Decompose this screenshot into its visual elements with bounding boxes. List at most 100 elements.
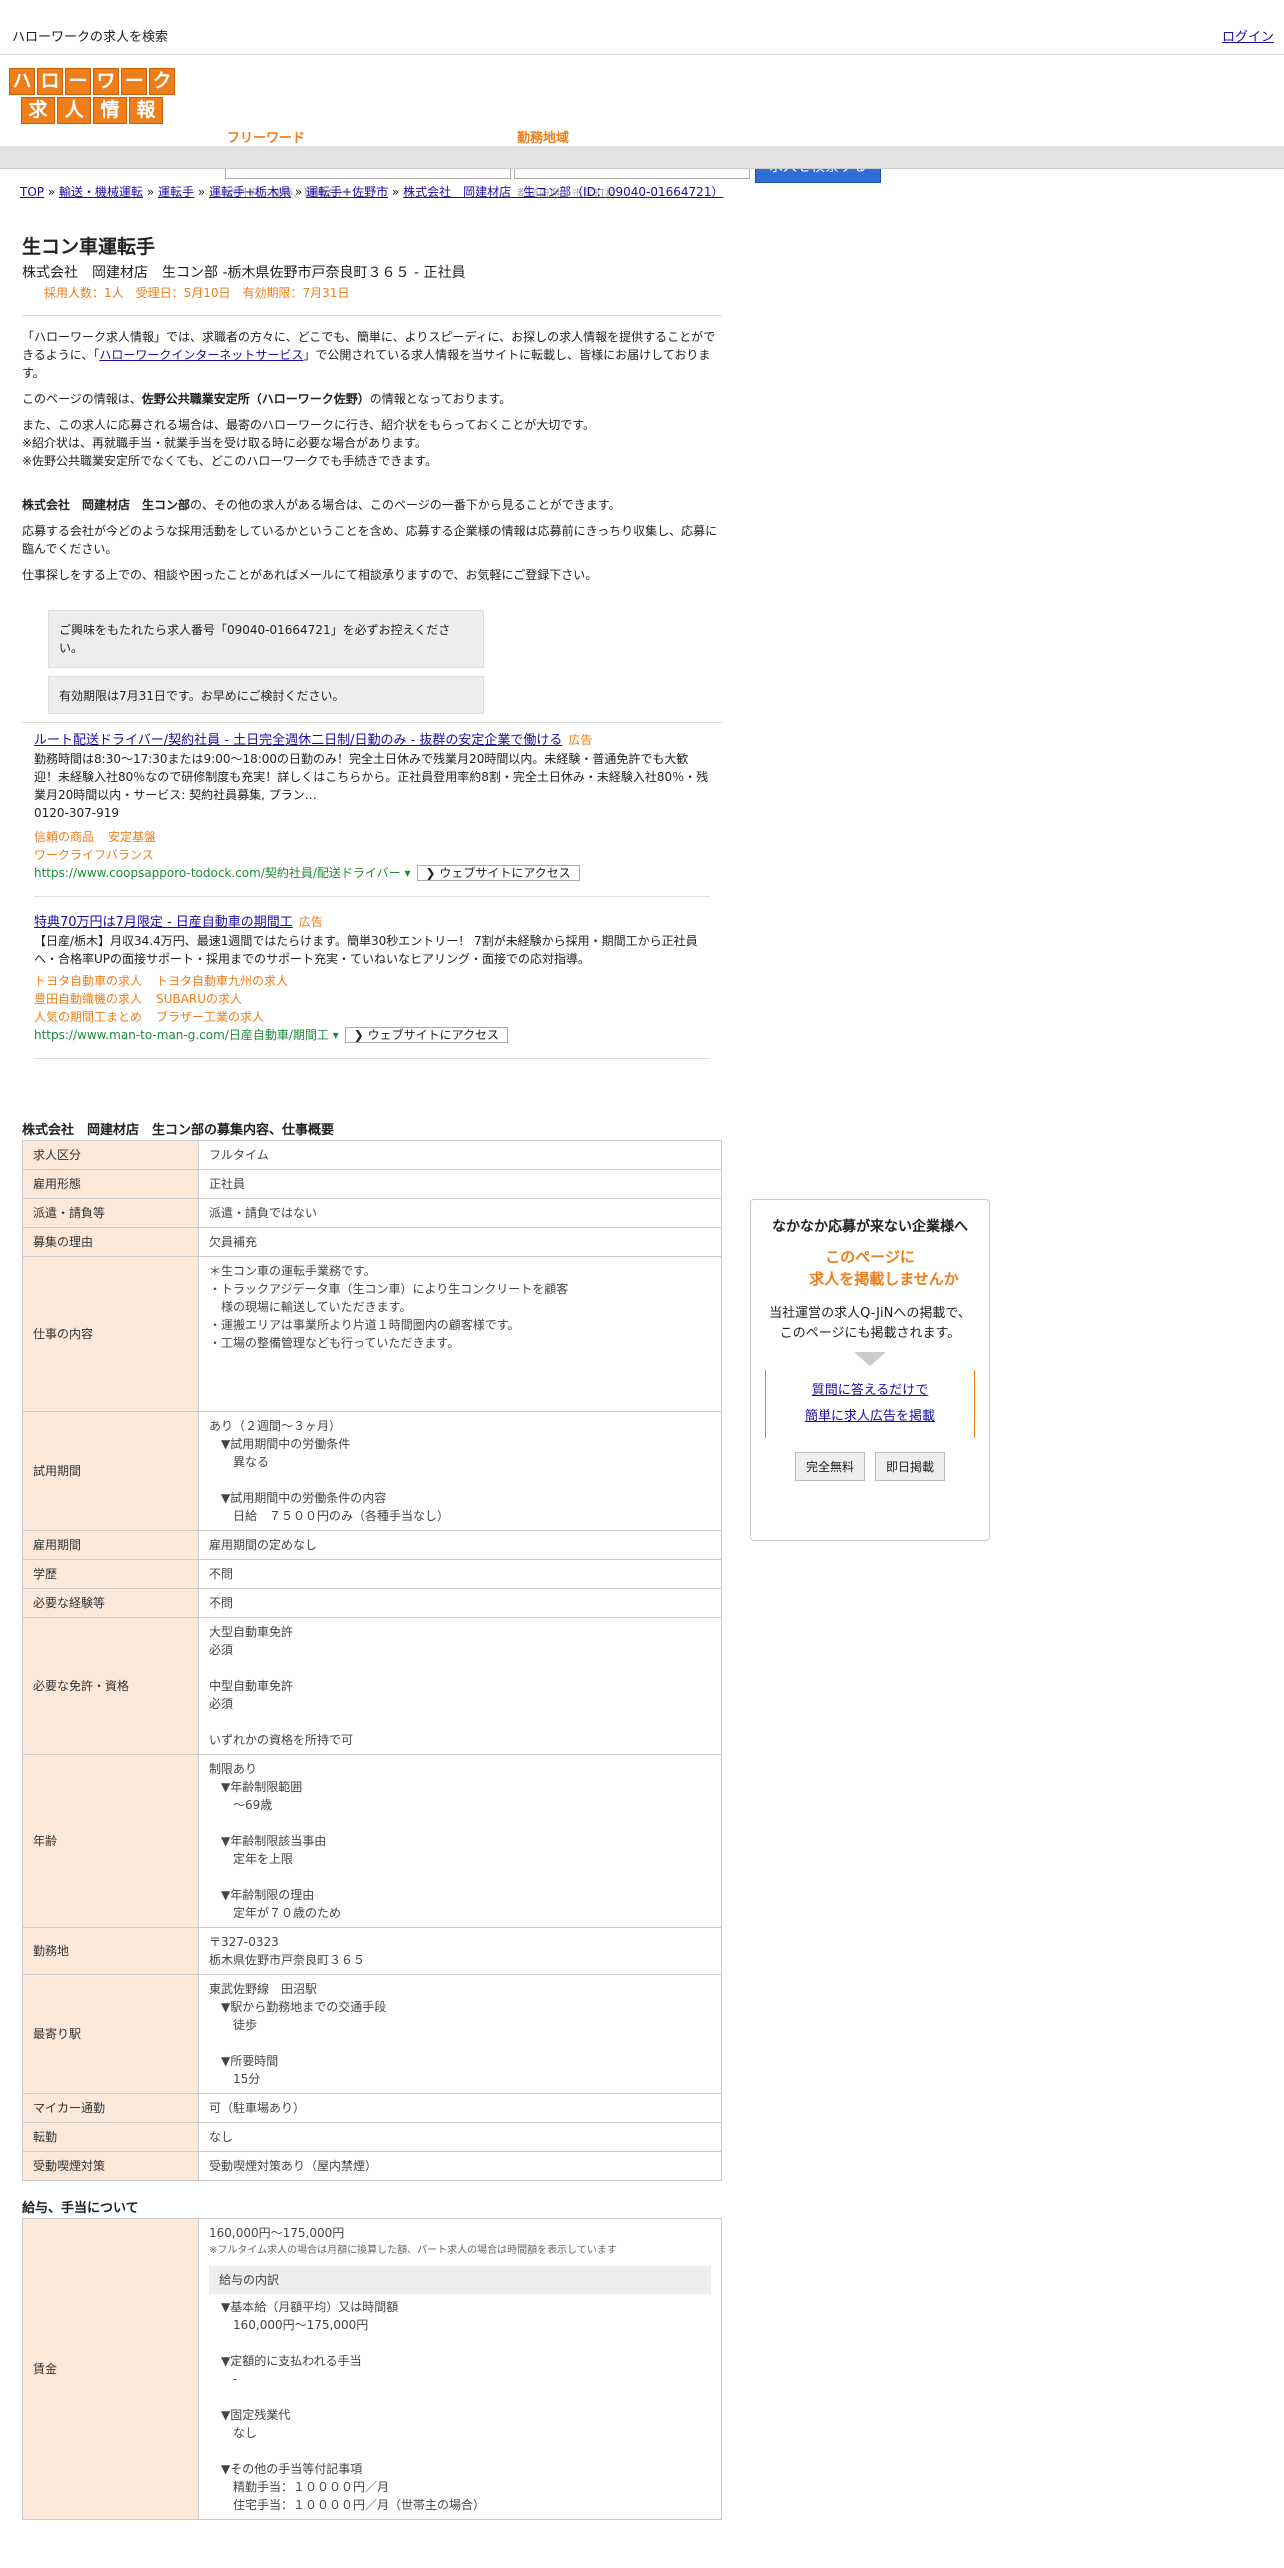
spec-value-line: 15分 bbox=[209, 2072, 261, 2086]
other-jobs-paragraph: 株式会社 岡建材店 生コン部の、その他の求人がある場合は、このページの一番下から… bbox=[22, 496, 722, 514]
same-day-badge[interactable]: 即日掲載 bbox=[875, 1452, 946, 1481]
salary-line: 住宅手当：１００００円／月（世帯主の場合） bbox=[221, 2498, 486, 2512]
ad-sitelink[interactable]: ブラザー工業の求人 bbox=[156, 1010, 264, 1024]
spec-value: 正社員 bbox=[198, 1169, 722, 1199]
ad-title-link[interactable]: 特典70万円は7月限定 - 日産自動車の期間工 bbox=[34, 915, 293, 930]
spec-value-line bbox=[209, 1814, 711, 1832]
table-row: 派遣・請負等 派遣・請負ではない bbox=[22, 1198, 722, 1228]
spec-key: 学歴 bbox=[22, 1559, 199, 1589]
ad-sitelink[interactable]: ワークライフバランス bbox=[34, 848, 154, 862]
spec-value: 東武佐野線 田沼駅 ▼駅から勤務地までの交通手段 徒歩 ▼所要時間 15分 bbox=[198, 1974, 722, 2094]
salary-key: 賃金 bbox=[22, 2218, 199, 2520]
visit-website-button[interactable]: ❯ ウェブサイトにアクセス bbox=[416, 865, 580, 881]
ad-sitelink[interactable]: SUBARUの求人 bbox=[156, 992, 242, 1006]
spec-value-line: ▼年齢制限範囲 bbox=[209, 1780, 303, 1794]
spec-heading: 株式会社 岡建材店 生コン部の募集内容、仕事概要 bbox=[22, 1123, 335, 1138]
ad-url[interactable]: https://www.coopsapporo-todock.com/契約社員/… bbox=[34, 866, 401, 880]
table-row: 仕事の内容 ＊生コン車の運転手業務です。 ・トラックアジデータ車（生コン車）により生… bbox=[22, 1256, 722, 1412]
visit-website-button[interactable]: ❯ ウェブサイトにアクセス bbox=[344, 1027, 508, 1043]
divider-band bbox=[0, 146, 1284, 169]
breadcrumb-link[interactable]: 輸送・機械運転 bbox=[59, 185, 143, 199]
ad-sitelink[interactable]: 信頼の商品 bbox=[34, 830, 94, 844]
ad-phone[interactable]: 0120-307-919 bbox=[34, 804, 710, 822]
ad-label: 広告 bbox=[298, 915, 323, 929]
logo-row: 求人情報 bbox=[4, 97, 180, 124]
ad-sitelink[interactable]: 人気の期間工まとめ bbox=[34, 1010, 142, 1024]
spec-value-line bbox=[209, 1370, 711, 1388]
login-link[interactable]: ログイン bbox=[1222, 26, 1274, 45]
post-ad-link[interactable]: 簡単に求人広告を掲載 bbox=[805, 1409, 935, 1424]
spec-value: フルタイム bbox=[198, 1140, 722, 1170]
free-badge[interactable]: 完全無料 bbox=[794, 1452, 865, 1481]
salary-breakdown: ▼基本給（月額平均）又は時間額 160,000円〜175,000円 ▼定額的に支払… bbox=[209, 2298, 711, 2514]
table-row: 必要な免許・資格 大型自動車免許 必須 中型自動車免許 必須 いずれかの資格を所持で可 bbox=[22, 1617, 722, 1755]
breadcrumb-link[interactable]: TOP bbox=[20, 185, 44, 199]
salary-table: 賃金 160,000円〜175,000円 ※フルタイム求人の場合は月額に換算した… bbox=[22, 2218, 722, 2520]
advertise-heading: なかなか応募が来ない企業様へ bbox=[772, 1219, 968, 1235]
ad-title-link[interactable]: ルート配送ドライバー/契約社員 - 土日完全週休二日制/日勤のみ - 抜群の安定… bbox=[34, 733, 562, 748]
table-row: 学歴 不問 bbox=[22, 1559, 722, 1589]
spec-value-line: 欠員補充 bbox=[209, 1235, 258, 1249]
breadcrumb-link[interactable]: 運転手+佐野市 bbox=[306, 185, 388, 199]
ad-sitelink[interactable]: トヨタ自動車九州の求人 bbox=[156, 974, 288, 988]
ad-description: 勤務時間は8:30～17:30または9:00～18:00の日勤のみ！完全土日休み… bbox=[34, 752, 709, 802]
spec-value-line: ▼年齢制限該当事由 bbox=[209, 1834, 327, 1848]
hellowork-logo[interactable]: ハローワーク求人情報 bbox=[4, 68, 180, 126]
area-label: 勤務地域 bbox=[517, 131, 570, 146]
spec-value: 不問 bbox=[198, 1588, 722, 1618]
sponsored-ad: 特典70万円は7月限定 - 日産自動車の期間工 広告 【日産/栃木】月収34.4万円… bbox=[34, 913, 710, 1059]
source-text: の情報となっております。 bbox=[369, 392, 512, 406]
salary-line: ▼定額的に支払われる手当 bbox=[221, 2354, 362, 2368]
ad-url[interactable]: https://www.man-to-man-g.com/日産自動車/期間工 bbox=[34, 1028, 329, 1042]
table-row: 試用期間 あり（２週間～３ヶ月） ▼試用期間中の労働条件 異なる ▼試用期間中の労… bbox=[22, 1411, 722, 1531]
breadcrumb-link[interactable]: 運転手 bbox=[158, 185, 194, 199]
breadcrumb-link[interactable]: 株式会社 岡建材店 生コン部（ID：09040-01664721） bbox=[403, 185, 723, 199]
dropdown-arrow-icon[interactable]: ▾ bbox=[329, 1028, 339, 1042]
spec-value-line bbox=[209, 1471, 711, 1489]
advertise-desc: 当社運営の求人Q-JiNへの掲載で、 このページにも掲載されます。 bbox=[751, 1304, 989, 1344]
spec-value: 可（駐車場あり） bbox=[198, 2093, 722, 2123]
salary-heading: 給与、手当について bbox=[22, 2201, 139, 2216]
logo-char: ワ bbox=[93, 68, 119, 95]
salary-line: ▼固定残業代 bbox=[221, 2408, 291, 2422]
logo-char: ハ bbox=[9, 68, 35, 95]
spec-value-line: なし bbox=[209, 2130, 234, 2144]
salary-line: ▼基本給（月額平均）又は時間額 bbox=[221, 2300, 399, 2314]
ad-sitelink[interactable]: 安定基盤 bbox=[108, 830, 156, 844]
visit-label: ウェブサイトにアクセス bbox=[439, 866, 571, 880]
intro-paragraph: 「ハローワーク求人情報」では、求職者の方々に、どこでも、簡単に、よりスピーディに… bbox=[22, 328, 722, 382]
spec-value-line: ▼試用期間中の労働条件の内容 bbox=[209, 1491, 387, 1505]
salary-line: - bbox=[221, 2372, 238, 2386]
spec-value-line: 〒327-0323 bbox=[209, 1935, 279, 1949]
apply-note: ※紹介状は、再就職手当・就業手当を受け取る時に必要な場合があります。 bbox=[22, 436, 427, 450]
table-row: 雇用形態 正社員 bbox=[22, 1169, 722, 1199]
spec-value: あり（２週間～３ヶ月） ▼試用期間中の労働条件 異なる ▼試用期間中の労働条件の… bbox=[198, 1411, 722, 1531]
breadcrumb-separator: » bbox=[143, 185, 158, 199]
ad-sitelink[interactable]: 豊田自動織機の求人 bbox=[34, 992, 142, 1006]
site-tagline: ハローワークの求人を検索 bbox=[12, 30, 169, 45]
deadline-notice: 有効期限は7月31日です。お早めにご検討ください。 bbox=[48, 676, 484, 714]
spec-value-line: 東武佐野線 田沼駅 bbox=[209, 1982, 318, 1996]
spec-key: 年齢 bbox=[22, 1754, 199, 1928]
spec-value-line: ＊生コン車の運転手業務です。 bbox=[209, 1264, 376, 1278]
question-link[interactable]: 質問に答えるだけで bbox=[812, 1383, 929, 1398]
ad-label: 広告 bbox=[568, 733, 593, 747]
table-row: 賃金 160,000円〜175,000円 ※フルタイム求人の場合は月額に換算した… bbox=[22, 2218, 722, 2520]
spec-value: 大型自動車免許 必須 中型自動車免許 必須 いずれかの資格を所持で可 bbox=[198, 1617, 722, 1755]
spec-value-line: あり（２週間～３ヶ月） bbox=[209, 1419, 342, 1433]
spec-value-line: 定年が７０歳のため bbox=[209, 1906, 342, 1920]
spec-value-line: ▼試用期間中の労働条件 bbox=[209, 1437, 351, 1451]
breadcrumb-link[interactable]: 運転手+栃木県 bbox=[209, 185, 291, 199]
spec-value-line: ▼所要時間 bbox=[209, 2054, 279, 2068]
salary-range: 160,000円〜175,000円 bbox=[209, 2226, 345, 2240]
hellowork-service-link[interactable]: ハローワークインターネットサービス bbox=[99, 348, 303, 362]
spec-value-line bbox=[209, 1659, 711, 1677]
logo-char: 求 bbox=[21, 97, 55, 124]
table-row: 転勤 なし bbox=[22, 2122, 722, 2152]
ad-sitelink[interactable]: トヨタ自動車の求人 bbox=[34, 974, 142, 988]
dropdown-arrow-icon[interactable]: ▾ bbox=[401, 866, 410, 880]
salary-line: 精勤手当：１００００円／月 bbox=[221, 2480, 390, 2494]
spec-value: 受動喫煙対策あり（屋内禁煙） bbox=[198, 2151, 722, 2181]
spec-value: 派遣・請負ではない bbox=[198, 1198, 722, 1228]
